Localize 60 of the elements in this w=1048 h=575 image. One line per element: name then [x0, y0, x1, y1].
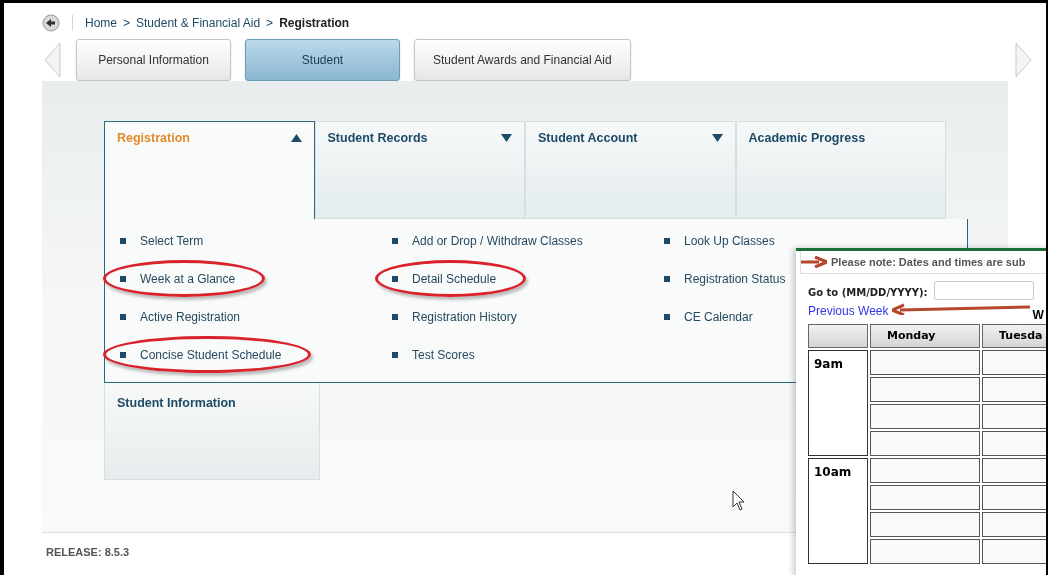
schedule-slot[interactable] — [870, 350, 980, 375]
schedule-slot[interactable] — [870, 377, 980, 402]
schedule-slot[interactable] — [870, 512, 980, 537]
registration-link[interactable]: Concise Student Schedule — [140, 345, 282, 364]
registration-link[interactable]: Test Scores — [412, 345, 475, 364]
bullet-icon — [392, 313, 398, 320]
student-information-card[interactable]: Student Information — [104, 383, 320, 480]
mouse-cursor-icon — [732, 490, 746, 512]
bullet-icon — [664, 313, 670, 320]
breadcrumb-separator: > — [266, 15, 274, 32]
previous-week-link[interactable]: Previous Week — [808, 302, 889, 320]
breadcrumb-link[interactable]: Student & Financial Aid — [136, 14, 261, 32]
nav-tab[interactable]: Personal Information — [76, 39, 231, 81]
schedule-slot[interactable] — [870, 431, 980, 456]
nav-tab[interactable]: Student — [245, 39, 400, 81]
bullet-icon — [120, 351, 126, 358]
registration-link[interactable]: Registration Status — [684, 269, 786, 288]
registration-link[interactable]: CE Calendar — [684, 307, 753, 326]
bullet-icon — [392, 237, 398, 244]
registration-link[interactable]: Week at a Glance — [140, 269, 236, 288]
bullet-icon — [120, 275, 126, 282]
note-text: Please note: Dates and times are sub — [831, 254, 1026, 270]
bullet-icon — [120, 313, 126, 320]
expand-triangle-icon — [711, 134, 723, 142]
bullet-icon — [392, 351, 398, 358]
breadcrumb-separator: > — [123, 15, 131, 32]
expand-triangle-icon — [501, 134, 512, 142]
collapse-triangle-icon — [290, 134, 302, 142]
card-title: Student Information — [117, 396, 236, 410]
column-header — [808, 324, 868, 348]
annotation-arrow — [801, 256, 827, 268]
registration-link[interactable]: Detail Schedule — [412, 269, 497, 288]
bullet-icon — [120, 237, 126, 244]
schedule-slot[interactable] — [870, 404, 980, 429]
registration-link[interactable]: Add or Drop / Withdraw Classes — [412, 231, 583, 250]
column-header: Tuesda — [982, 324, 1046, 348]
date-label: Go to (MM/DD/YYYY): — [808, 286, 928, 300]
bullet-icon — [664, 275, 670, 282]
time-cell: 10am — [808, 458, 868, 564]
menu-tab[interactable]: Academic Progress — [735, 121, 946, 219]
back-icon[interactable] — [42, 14, 60, 32]
bullet-icon — [664, 237, 670, 244]
time-cell: 9am — [808, 350, 868, 456]
schedule-slot[interactable] — [870, 485, 980, 510]
breadcrumb-link[interactable]: Registration — [279, 14, 350, 32]
registration-link[interactable]: Select Term — [140, 231, 204, 250]
bullet-icon — [392, 275, 398, 282]
week-heading: W — [1032, 307, 1044, 324]
menu-tab[interactable]: Student Records — [314, 121, 525, 219]
nav-tab[interactable]: Student Awards and Financial Aid — [414, 39, 631, 81]
date-field[interactable] — [933, 281, 1034, 300]
registration-link[interactable]: Registration History — [412, 307, 517, 326]
schedule-slot[interactable] — [870, 539, 980, 564]
breadcrumb-link[interactable]: Home — [85, 14, 117, 32]
schedule-slot[interactable] — [870, 458, 980, 483]
column-header: Monday — [870, 324, 980, 348]
menu-tab[interactable]: Student Account — [525, 121, 736, 219]
release-label: RELEASE: 8.5.3 — [46, 546, 130, 558]
registration-link[interactable]: Active Registration — [140, 307, 241, 326]
registration-link[interactable]: Look Up Classes — [684, 231, 775, 250]
